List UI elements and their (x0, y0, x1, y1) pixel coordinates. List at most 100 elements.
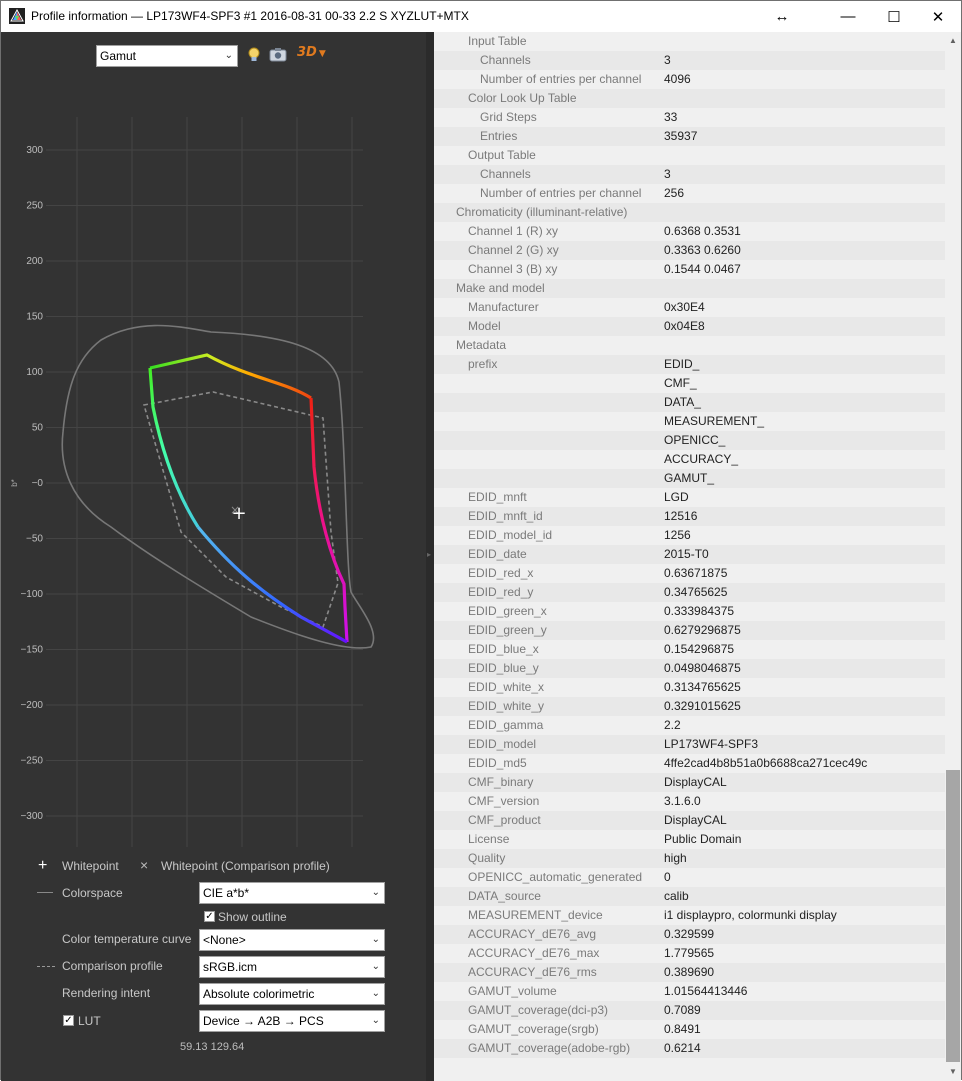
info-row[interactable]: GAMUT_ (434, 469, 945, 488)
info-row[interactable]: ACCURACY_dE76_rms 0.389690 (434, 963, 945, 982)
info-key: Number of entries per channel (480, 72, 642, 86)
info-row[interactable]: DATA_ (434, 393, 945, 412)
info-row[interactable]: EDID_green_y 0.6279296875 (434, 621, 945, 640)
info-row[interactable]: EDID_red_y 0.34765625 (434, 583, 945, 602)
info-row[interactable]: Input Table (434, 32, 945, 51)
title-bar: Profile information — LP173WF4-SPF3 #1 2… (1, 1, 961, 32)
info-row[interactable]: EDID_model_id 1256 (434, 526, 945, 545)
info-row[interactable]: EDID_md5 4ffe2cad4b8b51a0b6688ca271cec49c (434, 754, 945, 773)
scrollbar-thumb[interactable] (946, 770, 960, 1062)
info-key: CMF_binary (468, 775, 534, 789)
3d-label: 3D (297, 45, 317, 60)
info-row[interactable]: CMF_ (434, 374, 945, 393)
info-key: EDID_model_id (468, 528, 553, 542)
lightbulb-icon[interactable] (247, 47, 261, 63)
info-row[interactable]: EDID_gamma 2.2 (434, 716, 945, 735)
info-row[interactable]: EDID_blue_x 0.154296875 (434, 640, 945, 659)
info-row[interactable]: License Public Domain (434, 830, 945, 849)
info-row[interactable]: Grid Steps 33 (434, 108, 945, 127)
view-select[interactable]: Gamut ⌄ (96, 45, 238, 67)
info-row[interactable]: EDID_blue_y 0.0498046875 (434, 659, 945, 678)
lut-checkbox[interactable]: ✓ (63, 1015, 74, 1026)
info-row[interactable]: CMF_product DisplayCAL (434, 811, 945, 830)
scroll-down-icon[interactable]: ▼ (945, 1063, 961, 1080)
info-row[interactable]: CMF_version 3.1.6.0 (434, 792, 945, 811)
info-row[interactable]: OPENICC_ (434, 431, 945, 450)
info-row[interactable]: OPENICC_automatic_generated 0 (434, 868, 945, 887)
info-row[interactable]: EDID_green_x 0.333984375 (434, 602, 945, 621)
info-row[interactable]: prefix EDID_ (434, 355, 945, 374)
scroll-up-icon[interactable]: ▲ (945, 32, 961, 49)
colorspace-select[interactable]: CIE a*b* ⌄ (199, 882, 385, 904)
info-row[interactable]: GAMUT_coverage(adobe-rgb) 0.6214 (434, 1039, 945, 1058)
info-row[interactable]: Number of entries per channel 4096 (434, 70, 945, 89)
info-value: 0.6368 0.3531 (664, 224, 741, 238)
info-value: EDID_ (664, 357, 700, 371)
info-row[interactable]: MEASUREMENT_device i1 displaypro, colormu… (434, 906, 945, 925)
info-row[interactable]: CMF_binary DisplayCAL (434, 773, 945, 792)
gamut-panel: Gamut ⌄ 3D ▼ 300 250 200 150 100 50 −0 −50 −100 −1… (1, 32, 426, 1081)
info-row[interactable]: Metadata (434, 336, 945, 355)
info-row[interactable]: Channels 3 (434, 51, 945, 70)
info-row[interactable]: DATA_source calib (434, 887, 945, 906)
info-value: 0.6279296875 (664, 623, 741, 637)
maximize-button[interactable]: ☐ (871, 1, 917, 32)
info-row[interactable]: ACCURACY_dE76_avg 0.329599 (434, 925, 945, 944)
info-row[interactable]: Number of entries per channel 256 (434, 184, 945, 203)
info-row[interactable]: Model 0x04E8 (434, 317, 945, 336)
info-row[interactable]: ACCURACY_dE76_max 1.779565 (434, 944, 945, 963)
whitepoint-legend-label: Whitepoint (62, 859, 119, 873)
show-outline-checkbox[interactable]: ✓ (204, 911, 215, 922)
info-row[interactable]: Color Look Up Table (434, 89, 945, 108)
close-button[interactable]: ✕ (915, 1, 961, 32)
info-row[interactable]: EDID_model LP173WF4-SPF3 (434, 735, 945, 754)
3d-button[interactable]: 3D ▼ (297, 45, 326, 60)
info-row[interactable]: GAMUT_coverage(dci-p3) 0.7089 (434, 1001, 945, 1020)
info-row[interactable]: Output Table (434, 146, 945, 165)
window-title: Profile information — LP173WF4-SPF3 #1 2… (31, 9, 469, 23)
info-row[interactable]: Channels 3 (434, 165, 945, 184)
info-value: 0.8491 (664, 1022, 701, 1036)
info-key: Make and model (456, 281, 545, 295)
info-row[interactable]: Quality high (434, 849, 945, 868)
resize-icon[interactable]: ↔ (759, 1, 805, 32)
info-row[interactable]: Channel 3 (B) xy 0.1544 0.0467 (434, 260, 945, 279)
lut-select[interactable]: Device → A2B → PCS ⌄ (199, 1010, 385, 1032)
info-row[interactable]: ACCURACY_ (434, 450, 945, 469)
info-value: CMF_ (664, 376, 697, 390)
info-key: EDID_red_y (468, 585, 534, 599)
minimize-button[interactable]: — (825, 1, 871, 32)
y-axis-label: b* (10, 479, 19, 487)
info-row[interactable]: Manufacturer 0x30E4 (434, 298, 945, 317)
whitepoint-marker: + (231, 503, 246, 524)
gamut-plot[interactable]: 300 250 200 150 100 50 −0 −50 −100 −150 −200 −250 −3… (1, 87, 426, 847)
rendering-intent-select[interactable]: Absolute colorimetric ⌄ (199, 983, 385, 1005)
info-row[interactable]: EDID_mnft LGD (434, 488, 945, 507)
info-row[interactable]: Channel 2 (G) xy 0.3363 0.6260 (434, 241, 945, 260)
info-row[interactable]: Channel 1 (R) xy 0.6368 0.3531 (434, 222, 945, 241)
info-row[interactable]: EDID_mnft_id 12516 (434, 507, 945, 526)
info-value: MEASUREMENT_ (664, 414, 765, 428)
y-tick-label: −100 (20, 589, 43, 600)
info-row[interactable]: EDID_date 2015-T0 (434, 545, 945, 564)
info-value: 33 (664, 110, 678, 124)
camera-icon[interactable] (269, 48, 287, 62)
info-key: Input Table (468, 34, 527, 48)
info-row[interactable]: EDID_white_x 0.3134765625 (434, 678, 945, 697)
info-row[interactable]: GAMUT_coverage(srgb) 0.8491 (434, 1020, 945, 1039)
color-temperature-select[interactable]: <None> ⌄ (199, 929, 385, 951)
info-row[interactable]: Make and model (434, 279, 945, 298)
info-row[interactable]: Chromaticity (illuminant-relative) (434, 203, 945, 222)
info-row[interactable]: Entries 35937 (434, 127, 945, 146)
info-value: 1.779565 (664, 946, 715, 960)
info-row[interactable]: GAMUT_volume 1.01564413446 (434, 982, 945, 1001)
panel-splitter[interactable]: ▸ (426, 32, 434, 1081)
info-row[interactable]: EDID_red_x 0.63671875 (434, 564, 945, 583)
vertical-scrollbar[interactable]: ▲ ▼ (945, 32, 961, 1081)
info-key: EDID_red_x (468, 566, 534, 580)
info-row[interactable]: MEASUREMENT_ (434, 412, 945, 431)
color-temperature-label: Color temperature curve (62, 932, 192, 946)
y-tick-label: 200 (26, 256, 43, 267)
info-row[interactable]: EDID_white_y 0.3291015625 (434, 697, 945, 716)
comparison-profile-select[interactable]: sRGB.icm ⌄ (199, 956, 385, 978)
